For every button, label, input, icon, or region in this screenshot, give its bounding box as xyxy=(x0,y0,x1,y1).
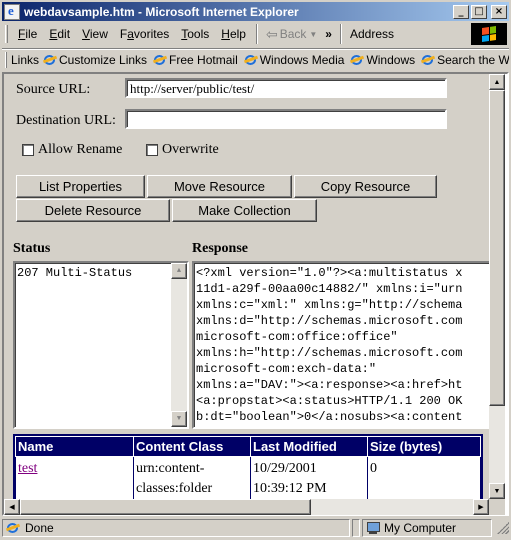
menu-favorites[interactable]: Favorites xyxy=(114,27,175,41)
cell-content-class: urn:content-classes:folder xyxy=(133,456,251,499)
response-heading: Response xyxy=(192,241,249,256)
toolbar-more-chevron[interactable]: » xyxy=(321,27,336,41)
horizontal-scroll-thumb[interactable] xyxy=(20,499,311,515)
scroll-down-icon[interactable]: ▼ xyxy=(489,483,505,499)
toolbar-grip[interactable] xyxy=(5,25,8,43)
ie-link-icon xyxy=(153,53,167,67)
make-collection-button[interactable]: Make Collection xyxy=(172,199,317,222)
ie-link-icon xyxy=(244,53,258,67)
status-pane-main: Done xyxy=(2,519,350,537)
ie-link-icon xyxy=(350,53,364,67)
results-table: Name Content Class Last Modified Size (b… xyxy=(13,434,483,499)
back-arrow-icon: ⇦ xyxy=(265,25,278,42)
response-textarea[interactable]: <?xml version="1.0"?><a:multistatus x 11… xyxy=(192,261,489,429)
copy-resource-button[interactable]: Copy Resource xyxy=(294,175,437,198)
move-resource-button[interactable]: Move Resource xyxy=(147,175,292,198)
toolbar-separator xyxy=(255,24,258,44)
delete-resource-button[interactable]: Delete Resource xyxy=(16,199,170,222)
link-customize-links[interactable]: Customize Links xyxy=(43,53,147,67)
scrollbar-corner xyxy=(489,499,505,515)
security-zone-text: My Computer xyxy=(384,521,457,535)
link-windows[interactable]: Windows xyxy=(350,53,415,67)
back-button[interactable]: ⇦ Back ▼ xyxy=(262,26,321,43)
menu-file[interactable]: File xyxy=(12,27,43,41)
dropdown-arrow-icon: ▼ xyxy=(309,29,318,39)
window-title: webdavsample.htm - Microsoft Internet Ex… xyxy=(24,4,299,19)
vertical-scroll-thumb[interactable] xyxy=(489,90,505,406)
cell-last-modified: 10/29/2001 10:39:12 PM xyxy=(250,456,368,499)
link-search-the-web[interactable]: Search the W xyxy=(421,53,509,67)
status-pane-empty xyxy=(352,519,360,537)
ie-link-icon xyxy=(421,53,435,67)
status-scrollbar[interactable]: ▲ ▼ xyxy=(171,263,187,427)
resize-grip-icon[interactable] xyxy=(497,522,509,534)
overwrite-checkbox[interactable]: Overwrite xyxy=(146,142,219,158)
minimize-button[interactable]: _ xyxy=(453,4,469,19)
scroll-up-icon[interactable]: ▲ xyxy=(171,263,187,279)
links-label[interactable]: Links xyxy=(11,53,39,67)
toolbar-grip[interactable] xyxy=(5,51,7,68)
menu-edit[interactable]: Edit xyxy=(43,27,76,41)
maximize-button[interactable]: □ xyxy=(471,4,487,19)
menu-view[interactable]: View xyxy=(76,27,114,41)
cell-name: test xyxy=(15,456,134,499)
my-computer-icon xyxy=(366,522,380,534)
response-text: <?xml version="1.0"?><a:multistatus x 11… xyxy=(196,266,463,424)
status-pane-zone: My Computer xyxy=(362,519,492,537)
windows-logo-icon xyxy=(471,23,507,45)
page-horizontal-scrollbar[interactable]: ◀ ▶ xyxy=(4,499,489,515)
menu-tools[interactable]: Tools xyxy=(175,27,215,41)
ie-link-icon xyxy=(43,53,57,67)
column-header-last-modified: Last Modified xyxy=(250,436,368,457)
link-free-hotmail[interactable]: Free Hotmail xyxy=(153,53,238,67)
column-header-size: Size (bytes) xyxy=(367,436,481,457)
menu-bar: File Edit View Favorites Tools Help ⇦ Ba… xyxy=(2,22,509,46)
status-heading: Status xyxy=(13,241,51,256)
scroll-up-icon[interactable]: ▲ xyxy=(489,74,505,90)
close-button[interactable]: × xyxy=(491,4,507,19)
column-header-name: Name xyxy=(15,436,134,457)
address-label[interactable]: Address xyxy=(346,27,398,41)
table-row: test urn:content-classes:folder 10/29/20… xyxy=(15,456,481,499)
cell-size: 0 xyxy=(367,456,481,499)
status-text: 207 Multi-Status xyxy=(17,266,133,280)
link-windows-media[interactable]: Windows Media xyxy=(244,53,344,67)
menu-help[interactable]: Help xyxy=(215,27,252,41)
title-bar: webdavsample.htm - Microsoft Internet Ex… xyxy=(2,2,509,21)
status-textarea[interactable]: 207 Multi-Status ▲ ▼ xyxy=(13,261,189,429)
browser-content: Source URL: http://server/public/test/ D… xyxy=(2,72,509,516)
destination-url-label: Destination URL: xyxy=(16,113,116,128)
ie-app-icon[interactable] xyxy=(4,3,20,20)
source-url-input[interactable]: http://server/public/test/ xyxy=(125,78,447,98)
allow-rename-checkbox-box[interactable] xyxy=(22,144,34,156)
list-properties-button[interactable]: List Properties xyxy=(16,175,145,198)
toolbar-separator xyxy=(339,24,342,44)
column-header-content-class: Content Class xyxy=(133,436,251,457)
destination-url-input[interactable] xyxy=(125,109,447,129)
links-bar: Links Customize Links Free Hotmail Windo… xyxy=(2,48,509,70)
overwrite-checkbox-box[interactable] xyxy=(146,144,158,156)
scroll-down-icon[interactable]: ▼ xyxy=(171,411,187,427)
scroll-left-icon[interactable]: ◀ xyxy=(4,499,20,515)
allow-rename-checkbox[interactable]: Allow Rename xyxy=(22,142,122,158)
status-text: Done xyxy=(25,521,54,535)
page-vertical-scrollbar[interactable]: ▲ ▼ xyxy=(489,74,505,499)
resource-link-test[interactable]: test xyxy=(18,461,37,476)
source-url-label: Source URL: xyxy=(16,82,91,97)
scroll-right-icon[interactable]: ▶ xyxy=(473,499,489,515)
status-bar: Done My Computer xyxy=(2,518,509,538)
page-area: Source URL: http://server/public/test/ D… xyxy=(4,74,489,499)
page-done-icon xyxy=(6,521,20,535)
